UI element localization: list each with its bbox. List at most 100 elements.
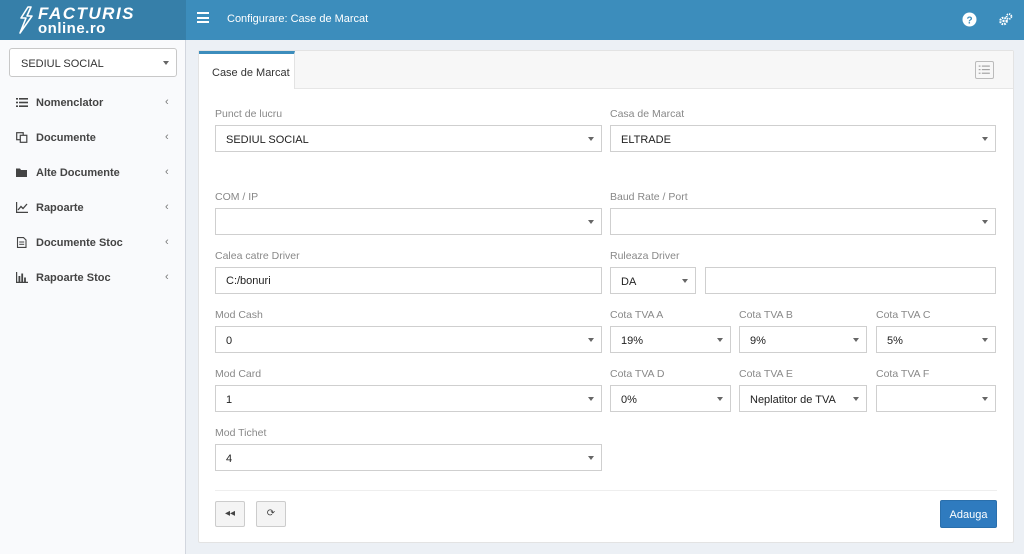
punct-de-lucru-label: Punct de lucru xyxy=(215,108,283,120)
list-icon xyxy=(16,98,28,107)
back-button[interactable]: ◂◂ xyxy=(215,501,245,527)
footer-divider xyxy=(215,490,997,491)
sidebar-item-label: Alte Documente xyxy=(36,167,120,179)
chevron-down-icon xyxy=(588,456,594,460)
mod-cash-select[interactable]: 0 xyxy=(215,326,602,353)
tab-label: Case de Marcat xyxy=(212,67,290,79)
cota-tva-d-value: 0% xyxy=(621,394,637,406)
cota-tva-d-label: Cota TVA D xyxy=(610,368,665,380)
baud-rate-select[interactable] xyxy=(610,208,996,235)
chevron-down-icon xyxy=(588,397,594,401)
chevron-down-icon xyxy=(853,338,859,342)
chevron-left-icon: ‹ xyxy=(165,236,169,248)
punct-de-lucru-select[interactable]: SEDIUL SOCIAL xyxy=(215,125,602,152)
folder-icon xyxy=(16,168,27,177)
mod-cash-value: 0 xyxy=(226,335,233,347)
help-icon[interactable]: ? xyxy=(962,12,977,27)
chevron-left-icon: ‹ xyxy=(165,201,169,213)
chevron-down-icon xyxy=(982,220,988,224)
com-ip-label: COM / IP xyxy=(215,191,259,203)
mod-tichet-select[interactable]: 4 xyxy=(215,444,602,471)
menu-toggle-icon[interactable] xyxy=(197,12,209,26)
refresh-button[interactable]: ⟳ xyxy=(256,501,286,527)
chevron-left-icon: ‹ xyxy=(165,271,169,283)
ruleaza-driver-extra-input[interactable] xyxy=(705,267,996,294)
cota-tva-d-select[interactable]: 0% xyxy=(610,385,731,412)
chevron-down-icon xyxy=(717,338,723,342)
sidebar-item-label: Rapoarte xyxy=(36,202,84,214)
punct-de-lucru-value: SEDIUL SOCIAL xyxy=(226,134,309,146)
cota-tva-c-select[interactable]: 5% xyxy=(876,326,996,353)
svg-text:?: ? xyxy=(966,15,972,26)
sidebar-item-alte-documente[interactable]: Alte Documente ‹ xyxy=(0,159,186,187)
page-title: Configurare: Case de Marcat xyxy=(227,13,369,25)
chevron-down-icon xyxy=(982,338,988,342)
sidebar-item-documente-stoc[interactable]: Documente Stoc ‹ xyxy=(0,229,186,257)
sidebar-item-documente[interactable]: Documente ‹ xyxy=(0,124,186,152)
casa-de-marcat-label: Casa de Marcat xyxy=(610,108,685,120)
ruleaza-driver-value: DA xyxy=(621,276,637,288)
cota-tva-b-value: 9% xyxy=(750,335,766,347)
chevron-down-icon xyxy=(588,220,594,224)
top-navbar: FACTURIS online.ro Configurare: Case de … xyxy=(0,0,1024,40)
cota-tva-a-label: Cota TVA A xyxy=(610,309,664,321)
sidebar-item-nomenclator[interactable]: Nomenclator ‹ xyxy=(0,89,186,117)
calea-driver-input[interactable] xyxy=(215,267,602,294)
chevron-down-icon xyxy=(588,338,594,342)
calea-driver-field[interactable] xyxy=(216,268,601,293)
brand-domain: online.ro xyxy=(38,20,106,37)
chevron-down-icon xyxy=(982,137,988,141)
calea-driver-label: Calea catre Driver xyxy=(215,250,300,262)
mod-card-label: Mod Card xyxy=(215,368,262,380)
sidebar-item-rapoarte-stoc[interactable]: Rapoarte Stoc ‹ xyxy=(0,264,186,292)
bar-chart-icon xyxy=(16,272,28,283)
back-icon: ◂◂ xyxy=(224,508,236,519)
chevron-down-icon xyxy=(588,137,594,141)
line-chart-icon xyxy=(16,202,28,213)
cota-tva-f-select[interactable] xyxy=(876,385,996,412)
cota-tva-e-value: Neplatitor de TVA xyxy=(750,394,836,406)
cota-tva-e-label: Cota TVA E xyxy=(739,368,793,380)
add-button[interactable]: Adauga xyxy=(940,500,997,528)
sidebar-item-label: Rapoarte Stoc xyxy=(36,272,111,284)
mod-cash-label: Mod Cash xyxy=(215,309,263,321)
cota-tva-c-label: Cota TVA C xyxy=(876,309,931,321)
baud-rate-label: Baud Rate / Port xyxy=(610,191,688,203)
list-view-icon[interactable] xyxy=(975,61,994,79)
refresh-icon: ⟳ xyxy=(266,508,276,519)
cota-tva-b-select[interactable]: 9% xyxy=(739,326,867,353)
document-icon xyxy=(16,237,27,248)
cota-tva-a-value: 19% xyxy=(621,335,644,347)
tab-case-de-marcat[interactable]: Case de Marcat xyxy=(199,51,295,89)
cota-tva-b-label: Cota TVA B xyxy=(739,309,793,321)
chevron-left-icon: ‹ xyxy=(165,166,169,178)
settings-icon[interactable] xyxy=(998,12,1013,27)
ruleaza-driver-label: Ruleaza Driver xyxy=(610,250,680,262)
config-panel: Case de Marcat Punct de lucru SEDIUL SOC… xyxy=(198,50,1014,543)
mod-tichet-label: Mod Tichet xyxy=(215,427,267,439)
copy-icon xyxy=(16,132,28,143)
cota-tva-e-select[interactable]: Neplatitor de TVA xyxy=(739,385,867,412)
chevron-down-icon xyxy=(163,61,169,65)
casa-de-marcat-value: ELTRADE xyxy=(621,134,671,146)
mod-card-value: 1 xyxy=(226,394,233,406)
sidebar: SEDIUL SOCIAL Nomenclator ‹ Documente ‹ … xyxy=(0,40,186,554)
ruleaza-driver-select[interactable]: DA xyxy=(610,267,696,294)
chevron-left-icon: ‹ xyxy=(165,96,169,108)
cota-tva-f-label: Cota TVA F xyxy=(876,368,930,380)
casa-de-marcat-select[interactable]: ELTRADE xyxy=(610,125,996,152)
location-select[interactable]: SEDIUL SOCIAL xyxy=(9,48,177,77)
sidebar-item-rapoarte[interactable]: Rapoarte ‹ xyxy=(0,194,186,222)
cota-tva-c-value: 5% xyxy=(887,335,903,347)
chevron-left-icon: ‹ xyxy=(165,131,169,143)
ruleaza-driver-extra-field[interactable] xyxy=(706,268,995,293)
brand-mark-icon xyxy=(19,6,33,34)
cota-tva-a-select[interactable]: 19% xyxy=(610,326,731,353)
chevron-down-icon xyxy=(682,279,688,283)
logo[interactable]: FACTURIS online.ro xyxy=(0,0,186,40)
tab-strip: Case de Marcat xyxy=(199,51,1013,89)
com-ip-select[interactable] xyxy=(215,208,602,235)
sidebar-item-label: Documente Stoc xyxy=(36,237,123,249)
chevron-down-icon xyxy=(717,397,723,401)
mod-card-select[interactable]: 1 xyxy=(215,385,602,412)
